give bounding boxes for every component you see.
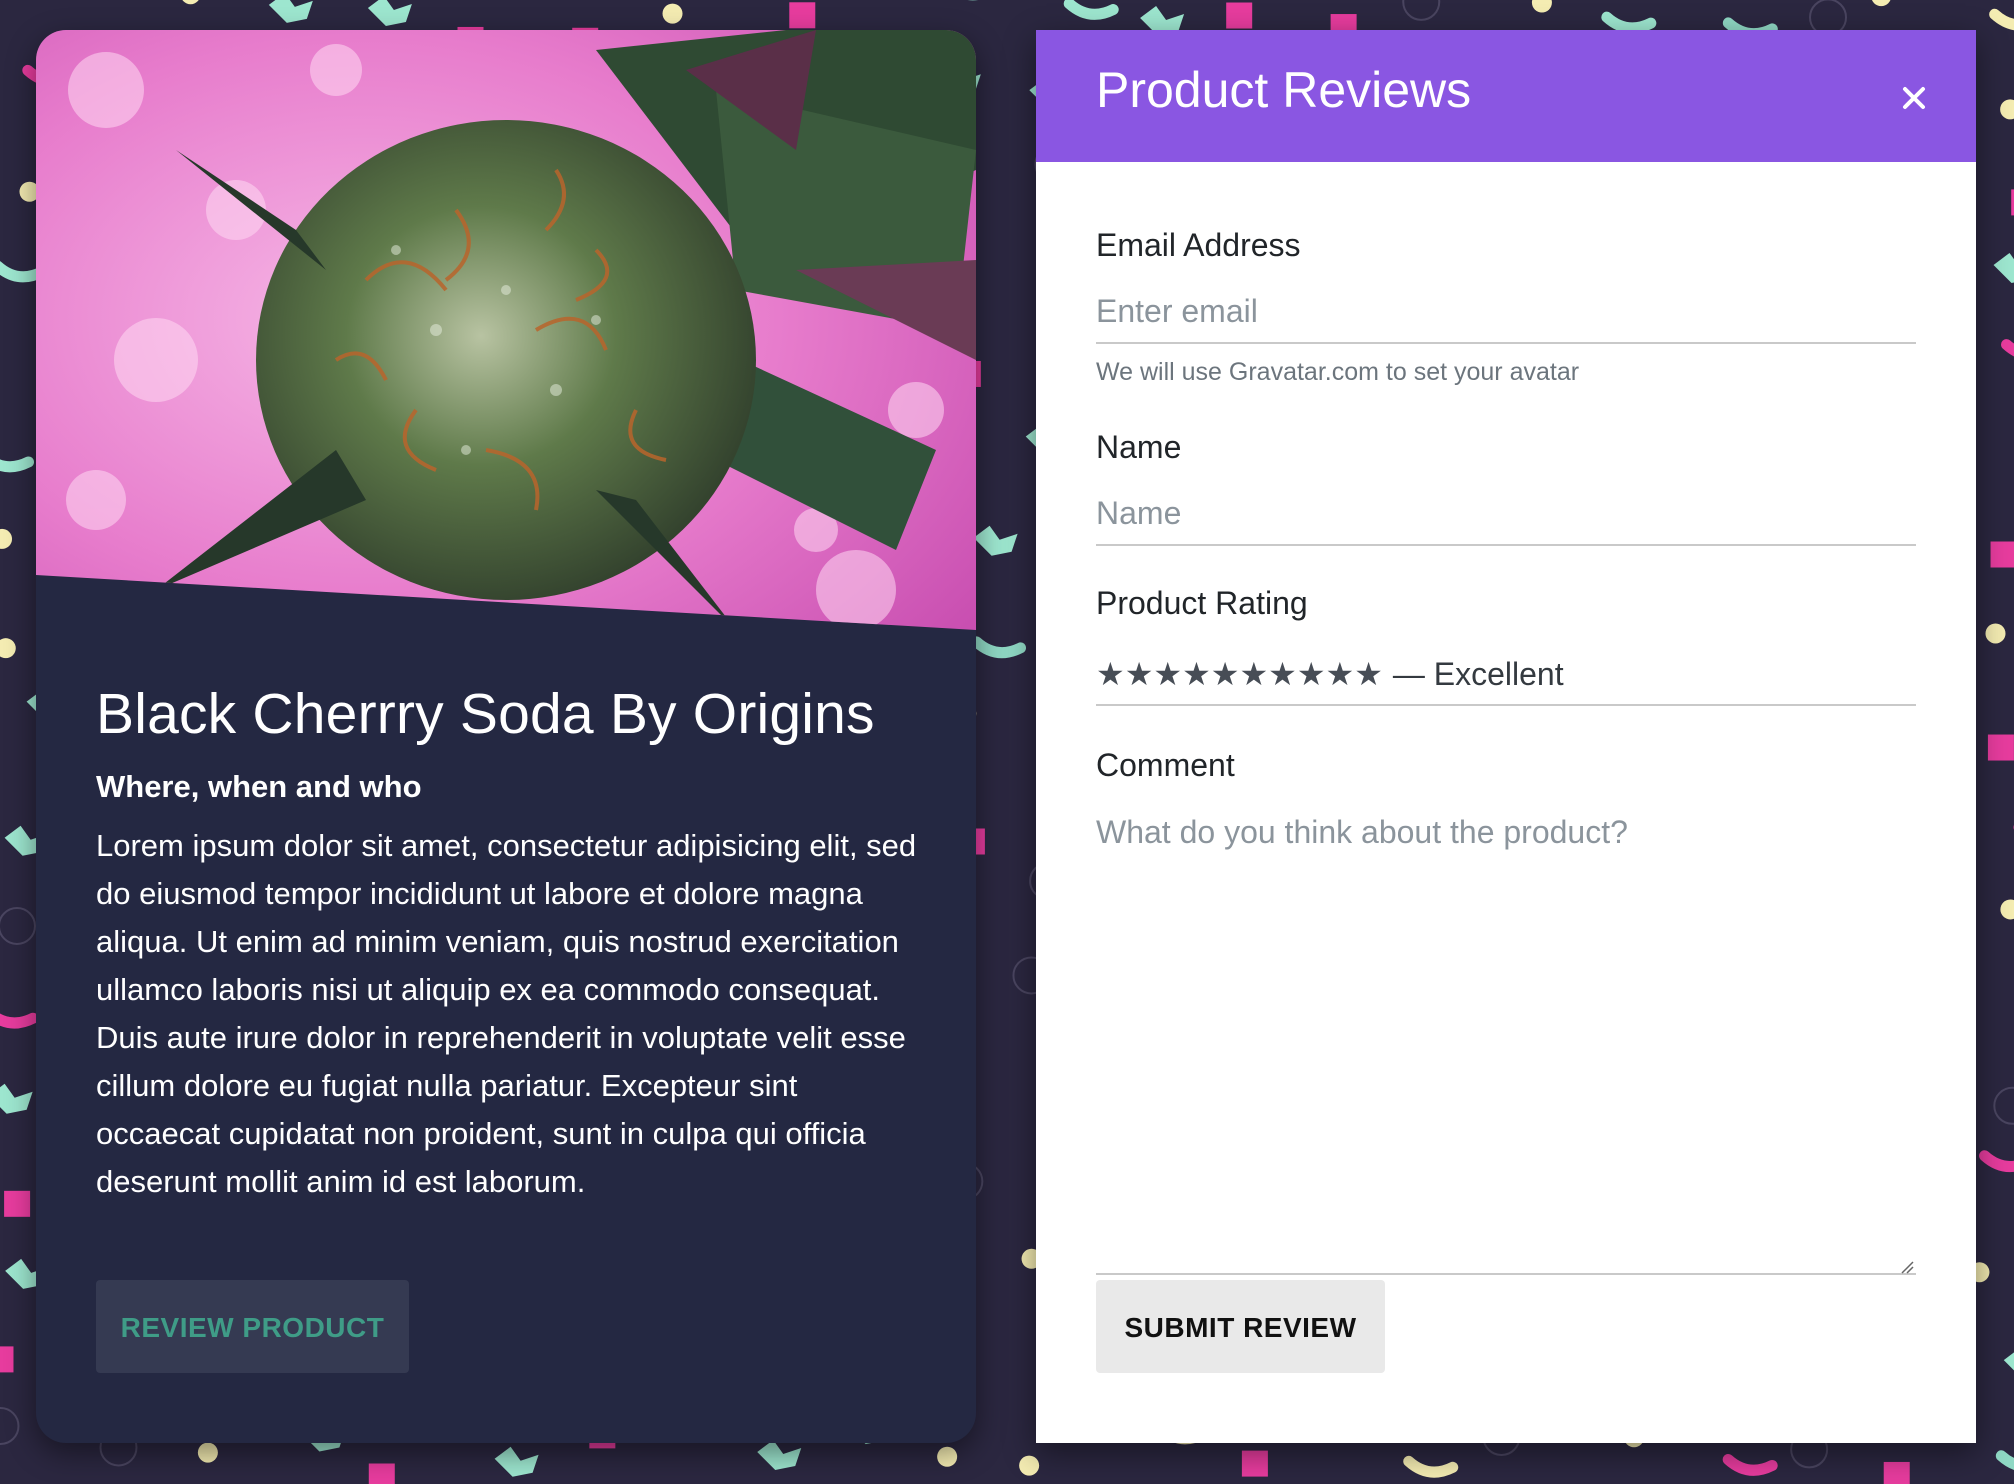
rating-text: — Excellent xyxy=(1392,655,1564,692)
rating-field: ★ ★ ★ ★ ★ ★ ★ ★ ★ ★ — Excellent xyxy=(1096,644,1916,706)
comment-label: Comment xyxy=(1096,747,1235,783)
product-description: Lorem ipsum dolor sit amet, consectetur … xyxy=(96,827,917,1199)
email-field[interactable] xyxy=(1096,280,1916,344)
email-help-text: We will use Gravatar.com to set your ava… xyxy=(1096,358,1580,386)
star-icon[interactable]: ★ xyxy=(1182,658,1211,690)
star-icon[interactable]: ★ xyxy=(1125,658,1154,690)
star-icon[interactable]: ★ xyxy=(1153,658,1182,690)
panel-title: Product Reviews xyxy=(1096,62,1472,118)
name-field[interactable] xyxy=(1096,482,1916,546)
product-image xyxy=(36,30,976,630)
product-card: Black Cherrry Soda By Origins Where, whe… xyxy=(36,30,976,1443)
comment-textarea[interactable] xyxy=(1096,800,1916,1275)
star-icon[interactable]: ★ xyxy=(1239,658,1268,690)
star-icon[interactable]: ★ xyxy=(1268,658,1297,690)
star-icon[interactable]: ★ xyxy=(1096,658,1125,690)
panel-header: Product Reviews xyxy=(1036,30,1976,162)
rating-label: Product Rating xyxy=(1096,585,1308,621)
submit-review-button[interactable]: SUBMIT REVIEW xyxy=(1096,1280,1385,1373)
rating-stars: ★ ★ ★ ★ ★ ★ ★ ★ ★ ★ xyxy=(1096,658,1383,690)
star-icon[interactable]: ★ xyxy=(1326,658,1355,690)
review-product-button[interactable]: REVIEW PRODUCT xyxy=(96,1280,409,1373)
product-subtitle: Where, when and who xyxy=(96,769,422,805)
email-label: Email Address xyxy=(1096,227,1301,263)
close-button[interactable] xyxy=(1886,70,1942,126)
star-icon[interactable]: ★ xyxy=(1354,658,1383,690)
name-label: Name xyxy=(1096,429,1182,465)
card-body: Black Cherrry Soda By Origins Where, whe… xyxy=(96,680,926,1206)
close-icon xyxy=(1903,87,1925,109)
star-icon[interactable]: ★ xyxy=(1297,658,1326,690)
resize-handle-icon[interactable] xyxy=(1900,1260,1914,1274)
product-reviews-panel: Product Reviews Email Address We will us… xyxy=(1036,30,1976,1443)
product-title: Black Cherrry Soda By Origins xyxy=(96,682,875,746)
star-icon[interactable]: ★ xyxy=(1211,658,1240,690)
